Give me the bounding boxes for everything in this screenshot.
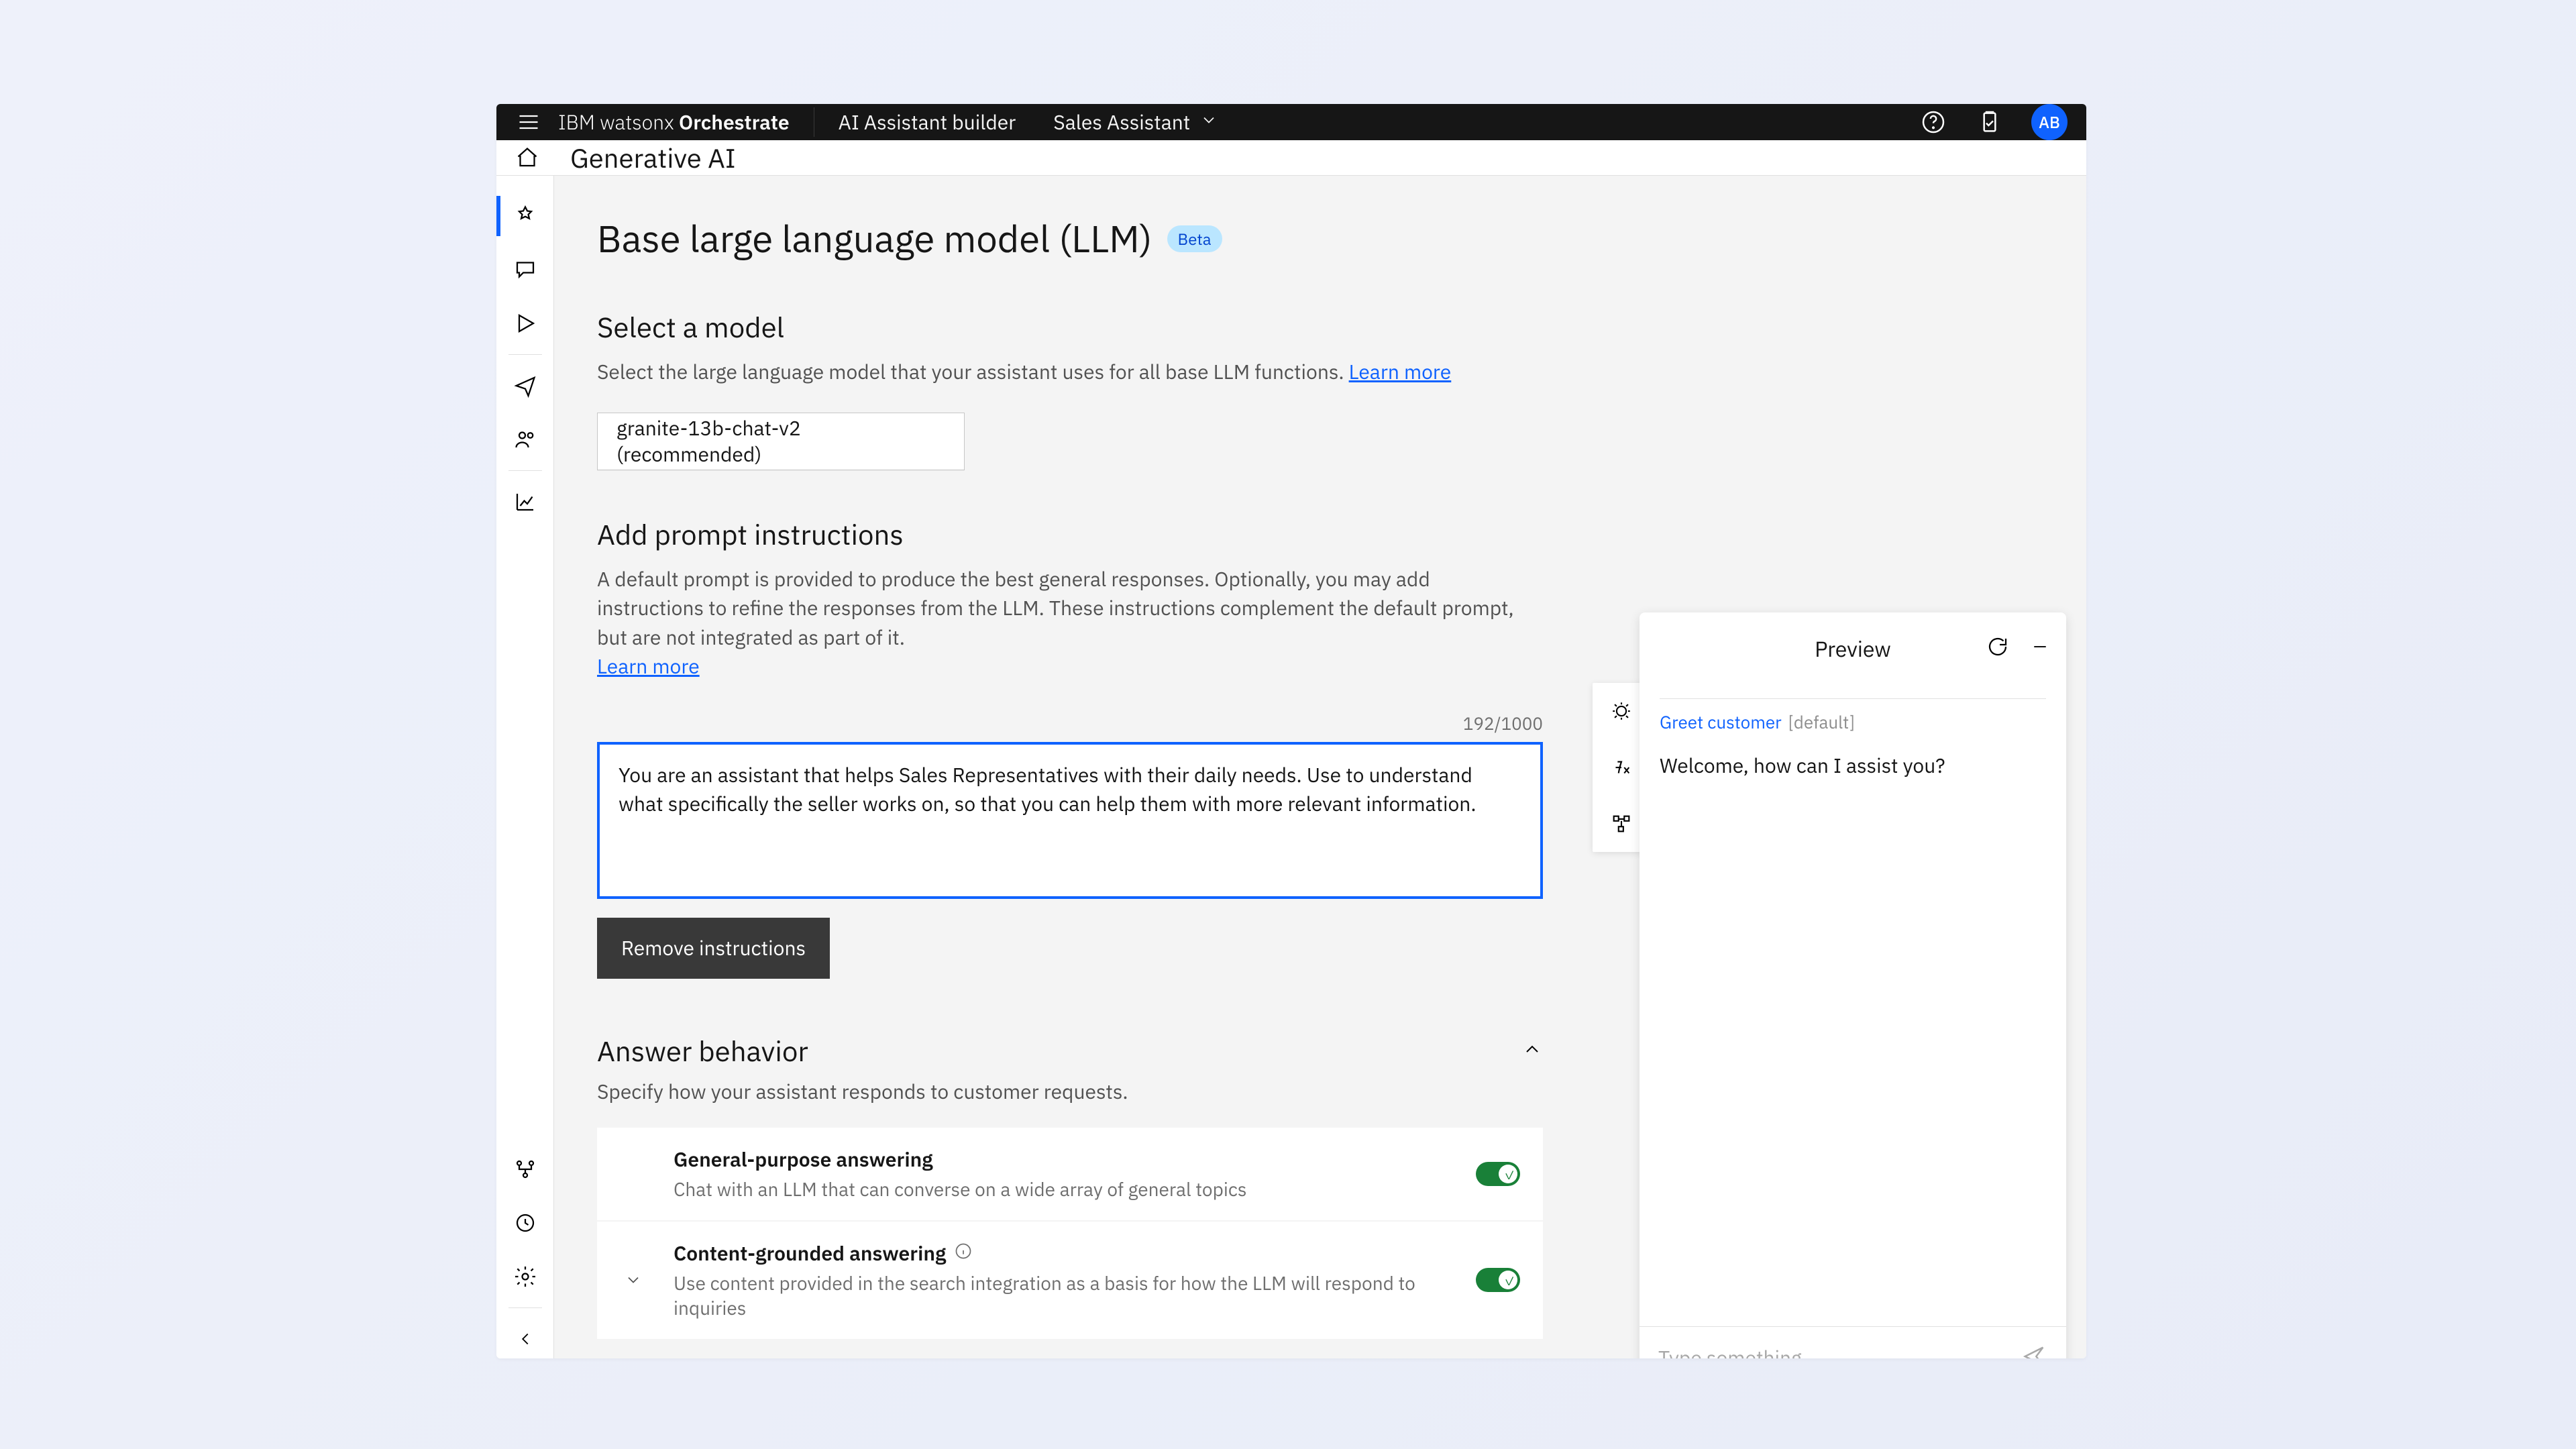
answer-desc: Specify how your assistant responds to c… bbox=[597, 1079, 1543, 1105]
prompt-desc: A default prompt is provided to produce … bbox=[597, 565, 1523, 682]
remove-instructions-button[interactable]: Remove instructions bbox=[597, 918, 830, 979]
brand: IBM watsonx Orchestrate bbox=[558, 109, 790, 136]
body: Base large language model (LLM) Beta Sel… bbox=[496, 176, 2086, 1358]
behavior-sub: Chat with an LLM that can converse on a … bbox=[674, 1177, 1476, 1201]
toggle-general[interactable]: ✓ bbox=[1476, 1162, 1520, 1186]
behavior-sub: Use content provided in the search integ… bbox=[674, 1271, 1476, 1320]
welcome-message: Welcome, how can I assist you? bbox=[1660, 753, 2046, 779]
sidebar-history-icon[interactable] bbox=[496, 1196, 553, 1250]
behavior-label: General-purpose answering bbox=[674, 1146, 1476, 1173]
main-heading: Base large language model (LLM) Beta bbox=[597, 215, 2043, 263]
sidebar-genai-icon[interactable] bbox=[496, 189, 553, 243]
sidebar-users-icon[interactable] bbox=[496, 413, 553, 466]
preview-input-bar bbox=[1640, 1326, 2066, 1358]
label-text: Content-grounded answering bbox=[674, 1240, 946, 1267]
page-title: Generative AI bbox=[570, 140, 736, 175]
refresh-icon[interactable] bbox=[1986, 635, 2010, 662]
greet-line: Greet customer [default] bbox=[1660, 711, 2046, 734]
answer-heading: Answer behavior bbox=[597, 1032, 808, 1069]
assistant-name: Sales Assistant bbox=[1053, 109, 1190, 136]
divider bbox=[1660, 698, 2046, 699]
avatar[interactable]: AB bbox=[2031, 104, 2068, 140]
sidebar-settings-icon[interactable] bbox=[496, 1250, 553, 1303]
home-icon[interactable] bbox=[515, 146, 539, 170]
behavior-label: Content-grounded answering bbox=[674, 1240, 1476, 1267]
model-value: granite-13b-chat-v2 (recommended) bbox=[616, 415, 945, 468]
prompt-desc-text: A default prompt is provided to produce … bbox=[597, 566, 1514, 651]
app-window: IBM watsonx Orchestrate AI Assistant bui… bbox=[496, 104, 2086, 1358]
assistant-dropdown[interactable]: Sales Assistant bbox=[1053, 109, 1218, 136]
sidebar-chat-icon[interactable] bbox=[496, 243, 553, 297]
learn-more-link[interactable]: Learn more bbox=[1349, 359, 1452, 385]
behavior-text: General-purpose answering Chat with an L… bbox=[647, 1146, 1476, 1201]
subheader: Generative AI bbox=[496, 140, 2086, 176]
preview-messages: Greet customer [default] Welcome, how ca… bbox=[1640, 685, 2066, 1326]
menu-icon[interactable] bbox=[515, 109, 542, 136]
desc-text: Select the large language model that you… bbox=[597, 359, 1349, 385]
model-select[interactable]: granite-13b-chat-v2 (recommended) bbox=[597, 413, 965, 470]
topbar: IBM watsonx Orchestrate AI Assistant bui… bbox=[496, 104, 2086, 140]
learn-more-link[interactable]: Learn more bbox=[597, 653, 700, 680]
greet-link[interactable]: Greet customer bbox=[1660, 711, 1782, 734]
divider bbox=[508, 354, 542, 355]
chevron-down-icon[interactable] bbox=[620, 1271, 647, 1289]
accordion-head[interactable]: Answer behavior bbox=[597, 1032, 1543, 1069]
topbar-right: AB bbox=[1919, 104, 2068, 140]
prompt-textarea[interactable] bbox=[597, 742, 1543, 899]
check-icon: ✓ bbox=[1504, 1167, 1513, 1177]
brand-bold: Orchestrate bbox=[674, 109, 790, 136]
brand-light: watsonx bbox=[600, 109, 674, 136]
collapse-icon[interactable] bbox=[496, 1312, 553, 1359]
send-icon[interactable] bbox=[2021, 1343, 2047, 1358]
sidebar-flow-icon[interactable] bbox=[496, 1142, 553, 1196]
sidebar-analytics-icon[interactable] bbox=[496, 475, 553, 529]
answer-behavior-section: Answer behavior Specify how your assista… bbox=[597, 1032, 1543, 1339]
greet-default: [default] bbox=[1788, 711, 1856, 734]
behavior-general: General-purpose answering Chat with an L… bbox=[597, 1128, 1543, 1220]
select-model-desc: Select the large language model that you… bbox=[597, 358, 1523, 387]
behavior-text: Content-grounded answering Use content p… bbox=[647, 1240, 1476, 1320]
minimize-icon[interactable] bbox=[2030, 637, 2050, 660]
divider bbox=[508, 470, 542, 471]
divider bbox=[508, 1307, 542, 1308]
clipboard-icon[interactable] bbox=[1975, 107, 2004, 137]
sidebar bbox=[496, 176, 554, 1358]
sidebar-send-icon[interactable] bbox=[496, 359, 553, 413]
chevron-up-icon bbox=[1521, 1038, 1543, 1063]
prompt-heading: Add prompt instructions bbox=[597, 516, 2043, 553]
toggle-content-grounded[interactable]: ✓ bbox=[1476, 1268, 1520, 1292]
sidebar-play-icon[interactable] bbox=[496, 297, 553, 350]
help-icon[interactable] bbox=[1919, 107, 1948, 137]
preview-title: Preview bbox=[1815, 635, 1891, 663]
nav-builder[interactable]: AI Assistant builder bbox=[839, 109, 1016, 136]
behavior-content-grounded: Content-grounded answering Use content p… bbox=[597, 1222, 1543, 1339]
brand-prefix: IBM bbox=[558, 109, 600, 136]
preview-panel: Preview Greet customer [default] Welcome… bbox=[1640, 612, 2066, 1358]
char-count: 192/1000 bbox=[597, 712, 1543, 735]
heading-text: Base large language model (LLM) bbox=[597, 215, 1152, 263]
beta-badge: Beta bbox=[1167, 225, 1222, 252]
preview-input[interactable] bbox=[1658, 1345, 2021, 1358]
preview-header: Preview bbox=[1640, 612, 2066, 685]
chevron-down-icon bbox=[1199, 109, 1218, 136]
check-icon: ✓ bbox=[1504, 1273, 1513, 1283]
info-icon[interactable] bbox=[954, 1240, 973, 1267]
select-model-heading: Select a model bbox=[597, 309, 2043, 345]
